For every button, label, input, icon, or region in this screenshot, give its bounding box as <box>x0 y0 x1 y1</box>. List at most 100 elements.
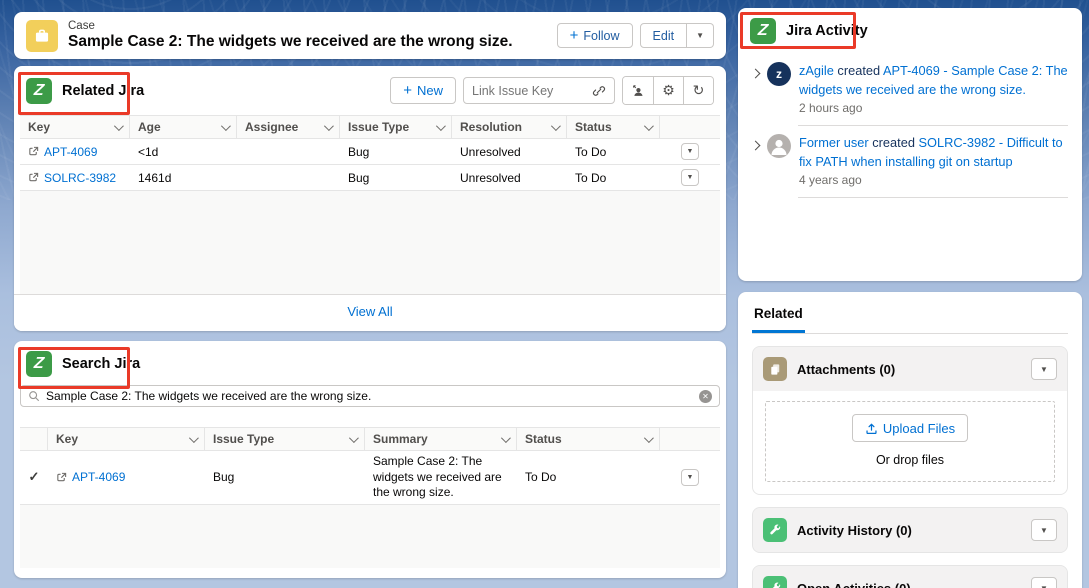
tab-bar: Related <box>752 304 1068 334</box>
chevron-down-icon: ▼ <box>687 474 694 481</box>
activity-history-icon <box>763 518 787 542</box>
column-header-status[interactable]: Status <box>567 116 660 138</box>
row-actions-button[interactable]: ▼ <box>681 469 699 486</box>
upload-files-button[interactable]: Upload Files <box>852 414 968 442</box>
upload-button-label: Upload Files <box>883 421 955 436</box>
column-header-status[interactable]: Status <box>517 428 660 450</box>
search-input[interactable] <box>46 389 699 403</box>
chevron-down-icon: ▼ <box>1040 365 1048 374</box>
table-row[interactable]: SOLRC-3982 1461d Bug Unresolved To Do ▼ <box>20 165 720 191</box>
chevron-down-icon <box>114 121 124 131</box>
chevron-down-icon: ▼ <box>687 174 694 181</box>
zagile-jira-icon: Z <box>26 351 52 377</box>
zagile-jira-icon: Z <box>26 78 52 104</box>
column-header-issue-type[interactable]: Issue Type <box>205 428 365 450</box>
column-header-key[interactable]: Key <box>48 428 205 450</box>
table-row[interactable]: APT-4069 <1d Bug Unresolved To Do ▼ <box>20 139 720 165</box>
table-row[interactable]: ✓ APT-4069 Bug Sample Case 2: The widget… <box>20 451 720 505</box>
chevron-down-icon: ▼ <box>687 148 694 155</box>
plus-icon: + <box>403 83 412 98</box>
column-header-issue-type[interactable]: Issue Type <box>340 116 452 138</box>
card-menu-button[interactable]: ▼ <box>1031 519 1057 541</box>
refresh-icon: ↻ <box>693 82 705 99</box>
external-link-icon <box>28 146 39 157</box>
activity-action: created <box>872 135 915 150</box>
edit-button-label: Edit <box>653 29 675 43</box>
table-header-row: Key Age Assignee Issue Type Resolution S… <box>20 115 720 139</box>
close-icon: ✕ <box>702 392 709 401</box>
column-header-assignee[interactable]: Assignee <box>237 116 340 138</box>
new-issue-button[interactable]: + New <box>390 77 456 104</box>
activity-item: z zAgile created APT-4069 - Sample Case … <box>752 56 1068 115</box>
table-empty-area <box>20 505 720 568</box>
link-icon <box>592 84 606 98</box>
cell-resolution: Unresolved <box>452 165 567 190</box>
refresh-button[interactable]: ↻ <box>683 77 713 104</box>
chevron-down-icon <box>349 433 359 443</box>
actor-link[interactable]: zAgile <box>799 63 834 78</box>
chevron-down-icon <box>324 121 334 131</box>
row-actions-button[interactable]: ▼ <box>681 169 699 186</box>
column-header-resolution[interactable]: Resolution <box>452 116 567 138</box>
jira-activity-title: Jira Activity <box>786 23 868 39</box>
issue-key-link[interactable]: SOLRC-3982 <box>44 171 116 185</box>
column-header-summary[interactable]: Summary <box>365 428 517 450</box>
chevron-down-icon <box>501 433 511 443</box>
external-link-icon <box>56 472 67 483</box>
link-issue-key-input[interactable] <box>472 84 592 98</box>
search-field: ✕ <box>20 385 720 407</box>
file-dropzone[interactable]: Upload Files Or drop files <box>765 401 1055 482</box>
open-activities-title: Open Activities (0) <box>797 581 911 588</box>
related-jira-panel: Z Related Jira + New ⚙ ↻ Key Age As <box>14 66 726 331</box>
edit-button[interactable]: Edit <box>640 23 688 48</box>
chevron-right-icon[interactable] <box>751 69 761 79</box>
chevron-down-icon <box>189 433 199 443</box>
drop-files-text: Or drop files <box>766 453 1054 467</box>
column-header-select <box>20 428 48 450</box>
edit-dropdown-button[interactable]: ▼ <box>687 23 714 48</box>
column-header-age[interactable]: Age <box>130 116 237 138</box>
upload-icon <box>865 422 878 435</box>
search-jira-panel: Z Search Jira ✕ Key Issue Type Summary S… <box>14 341 726 578</box>
search-jira-title: Search Jira <box>62 356 140 372</box>
column-header-key[interactable]: Key <box>20 116 130 138</box>
related-jira-table: Key Age Assignee Issue Type Resolution S… <box>20 115 720 191</box>
open-activities-card: Open Activities (0) ▼ <box>752 565 1068 588</box>
page-title: Sample Case 2: The widgets we received a… <box>68 33 513 51</box>
link-issue-key-field <box>463 77 615 104</box>
cell-issue-type: Bug <box>205 451 365 504</box>
attachments-icon <box>763 357 787 381</box>
column-header-actions <box>660 428 707 450</box>
cell-age: 1461d <box>130 165 237 190</box>
cell-resolution: Unresolved <box>452 139 567 164</box>
gear-button[interactable]: ⚙ <box>653 77 683 104</box>
card-menu-button[interactable]: ▼ <box>1031 358 1057 380</box>
issue-key-link[interactable]: APT-4069 <box>72 470 125 484</box>
attachments-title: Attachments (0) <box>797 362 895 377</box>
activity-history-title: Activity History (0) <box>797 523 912 538</box>
clear-search-button[interactable]: ✕ <box>699 390 712 403</box>
view-all-link[interactable]: View All <box>347 304 392 319</box>
cell-age: <1d <box>130 139 237 164</box>
row-actions-button[interactable]: ▼ <box>681 143 699 160</box>
link-to-user-button[interactable] <box>623 77 653 104</box>
chevron-down-icon: ▼ <box>1040 526 1048 535</box>
actor-link[interactable]: Former user <box>799 135 869 150</box>
case-icon <box>26 20 58 52</box>
follow-button[interactable]: + Follow <box>557 23 633 48</box>
cell-status: To Do <box>567 139 660 164</box>
chevron-down-icon: ▼ <box>696 31 704 40</box>
activity-item: Former user created SOLRC-3982 - Difficu… <box>752 128 1068 187</box>
zagile-jira-icon: Z <box>750 18 776 44</box>
chevron-down-icon <box>221 121 231 131</box>
search-results-table: Key Issue Type Summary Status ✓ APT-4069… <box>20 427 720 505</box>
card-menu-button[interactable]: ▼ <box>1031 577 1057 588</box>
chevron-right-icon[interactable] <box>751 141 761 151</box>
tab-related[interactable]: Related <box>752 304 805 333</box>
issue-key-link[interactable]: APT-4069 <box>44 145 97 159</box>
selected-check-icon[interactable]: ✓ <box>29 469 40 485</box>
table-header-row: Key Issue Type Summary Status <box>20 427 720 451</box>
plus-icon: + <box>570 28 579 43</box>
cell-assignee <box>237 165 340 190</box>
card-footer: View All <box>14 294 726 331</box>
